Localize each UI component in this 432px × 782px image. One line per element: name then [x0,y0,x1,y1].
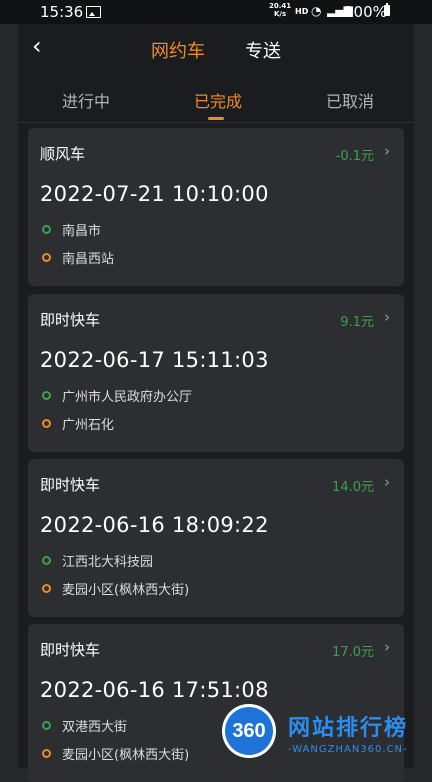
app-frame: ‹ 网约车 专送 进行中 已完成 已取消 顺风车 -0.1元 › 2022-07… [18,24,414,782]
wifi-icon: ◔ [311,4,322,18]
order-end-location: 南昌西站 [62,252,115,267]
end-point-icon [42,253,51,262]
tab-in-progress[interactable]: 进行中 [62,88,110,112]
order-status-tabs: 进行中 已完成 已取消 [18,82,414,123]
order-start-location: 广州市人民政府办公厅 [62,390,193,405]
nav-bar: ‹ 网约车 专送 [18,24,414,70]
order-end-location: 麦园小区(枫林西大街) [62,748,190,763]
gallery-notification-icon [86,6,101,18]
order-time: 2022-06-16 17:51:08 [40,678,269,702]
order-type: 即时快车 [40,476,101,494]
active-tab-indicator [208,117,224,120]
chevron-left-icon[interactable]: ‹ [32,34,42,58]
chevron-right-icon: › [384,638,390,656]
order-time: 2022-06-17 15:11:03 [40,348,269,372]
order-type: 即时快车 [40,641,101,659]
tab-delivery[interactable]: 专送 [245,37,281,63]
order-price: 14.0元 [332,480,374,495]
order-type: 即时快车 [40,311,101,329]
tab-ride-hailing[interactable]: 网约车 [151,37,205,63]
network-speed-unit: K/s [274,10,287,18]
network-speed-value: 20.41 [269,2,292,10]
watermark-badge: 360 [222,704,276,758]
start-point-icon [42,391,51,400]
chevron-right-icon: › [384,473,390,491]
start-point-icon [42,721,51,730]
order-price: 17.0元 [332,645,374,660]
chevron-right-icon: › [384,142,390,160]
watermark-subtitle: -WANGZHAN360.CN- [288,744,408,755]
start-point-icon [42,556,51,565]
order-end-location: 广州石化 [62,418,115,433]
order-start-location: 南昌市 [62,224,102,239]
order-card[interactable]: 即时快车 14.0元 › 2022-06-16 18:09:22 江西北大科技园… [28,459,404,617]
order-type: 顺风车 [40,145,86,163]
watermark-title: 网站排行榜 [288,716,409,741]
order-price: 9.1元 [340,315,374,330]
order-card[interactable]: 即时快车 9.1元 › 2022-06-17 15:11:03 广州市人民政府办… [28,294,404,452]
tab-cancelled[interactable]: 已取消 [326,88,374,112]
chevron-right-icon: › [384,308,390,326]
network-speed: 20.41 K/s [269,2,291,18]
order-start-location: 双港西大街 [62,720,128,735]
status-bar: 15:36 20.41 K/s HD ◔ ▂▄▆ 100% [0,0,432,24]
end-point-icon [42,419,51,428]
start-point-icon [42,225,51,234]
battery-icon [384,3,390,16]
status-time: 15:36 [40,3,84,21]
order-card[interactable]: 顺风车 -0.1元 › 2022-07-21 10:10:00 南昌市 南昌西站 [28,128,404,286]
order-start-location: 江西北大科技园 [62,555,154,570]
end-point-icon [42,584,51,593]
battery-percentage: 100% [344,3,387,21]
tab-completed[interactable]: 已完成 [194,88,242,112]
order-time: 2022-07-21 10:10:00 [40,182,269,206]
order-price: -0.1元 [335,149,374,164]
order-time: 2022-06-16 18:09:22 [40,513,269,537]
end-point-icon [42,749,51,758]
order-end-location: 麦园小区(枫林西大街) [62,583,190,598]
watermark-logo: 360 网站排行榜 -WANGZHAN360.CN- [222,704,432,768]
hd-icon: HD [295,7,309,16]
